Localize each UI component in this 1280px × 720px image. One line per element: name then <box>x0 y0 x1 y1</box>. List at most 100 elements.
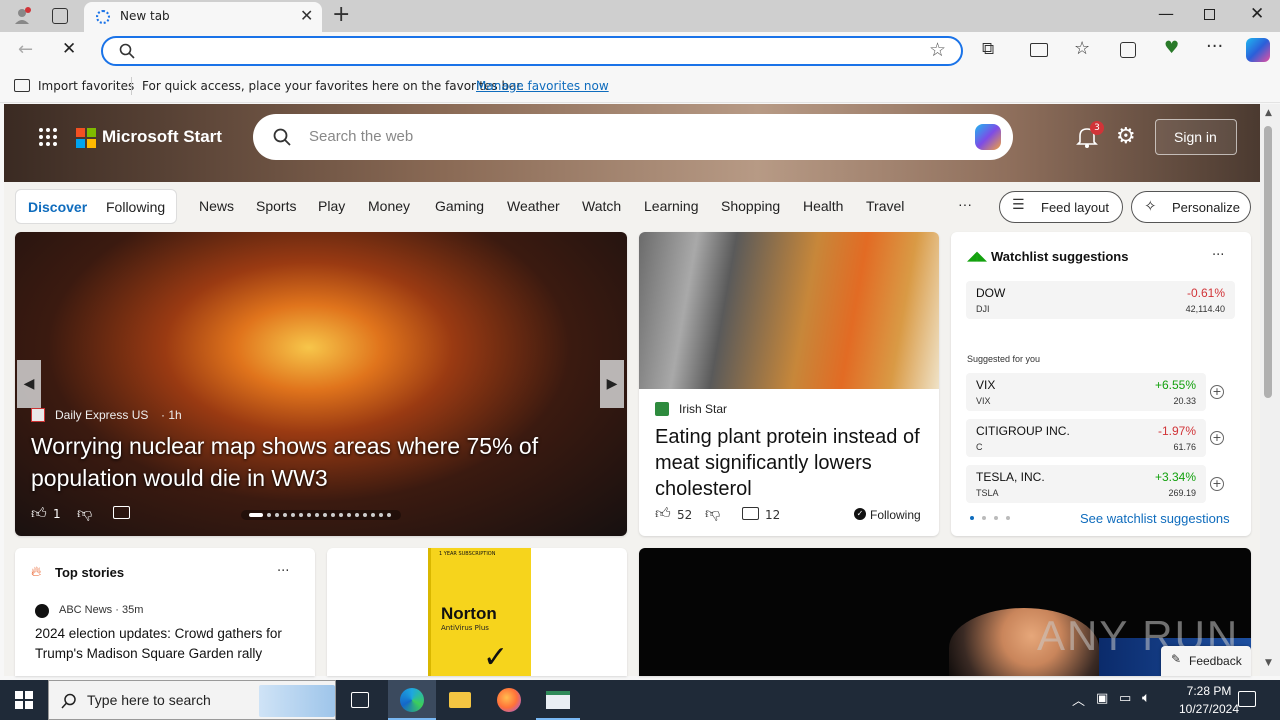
carousel-dot[interactable] <box>307 513 311 517</box>
story-card-plant-protein[interactable]: Irish Star Eating plant protein instead … <box>639 232 939 536</box>
hero-headline[interactable]: Worrying nuclear map shows areas where 7… <box>31 430 601 494</box>
nav-health[interactable]: Health <box>803 198 843 214</box>
nav-shopping[interactable]: Shopping <box>721 198 780 214</box>
notification-center-icon[interactable] <box>1238 691 1256 707</box>
nav-more-button[interactable]: ··· <box>958 196 972 212</box>
network-icon[interactable]: ▭ <box>1119 691 1131 706</box>
add-vix-button[interactable]: + <box>1210 385 1224 399</box>
carousel-dot[interactable] <box>323 513 327 517</box>
new-tab-icon[interactable]: + <box>332 2 350 27</box>
story-source[interactable]: Irish Star <box>679 402 727 416</box>
comment-icon[interactable] <box>742 507 759 520</box>
top-story-source[interactable]: ABC News · 35m <box>59 604 143 616</box>
performance-icon[interactable]: ♥ <box>1164 38 1179 58</box>
dislike-icon[interactable]: 👎︎ <box>705 504 720 523</box>
extensions-icon[interactable]: ⧉ <box>982 39 994 59</box>
clock-time[interactable]: 7:28 PM <box>1174 684 1244 698</box>
settings-gear-icon[interactable]: ⚙ <box>1116 124 1136 149</box>
carousel-dot[interactable] <box>387 513 391 517</box>
add-citigroup-button[interactable]: + <box>1210 431 1224 445</box>
copilot-icon[interactable] <box>975 124 1001 150</box>
split-screen-icon[interactable] <box>1030 43 1048 57</box>
carousel-dot[interactable] <box>355 513 359 517</box>
nav-gaming[interactable]: Gaming <box>435 198 484 214</box>
profile-icon[interactable] <box>12 6 32 26</box>
hero-source[interactable]: Daily Express US <box>55 408 148 422</box>
carousel-next-button[interactable]: ▶ <box>600 360 624 408</box>
sign-in-button[interactable]: Sign in <box>1155 119 1237 155</box>
taskbar-search-box[interactable]: Type here to search <box>48 680 336 720</box>
feed-layout-button[interactable]: ☰ Feed layout <box>999 191 1123 223</box>
carousel-dot[interactable] <box>283 513 287 517</box>
tab-actions-icon[interactable] <box>52 8 68 24</box>
address-bar[interactable]: ☆ <box>101 36 963 66</box>
back-icon[interactable]: ← <box>18 39 33 60</box>
import-favorites-button[interactable]: Import favorites <box>38 79 134 93</box>
carousel-dot[interactable] <box>379 513 383 517</box>
carousel-dot[interactable] <box>299 513 303 517</box>
story-headline[interactable]: Eating plant protein instead of meat sig… <box>655 424 927 502</box>
restore-icon[interactable] <box>1204 9 1215 20</box>
like-icon[interactable]: 👍︎ <box>31 504 47 523</box>
app-launcher-icon[interactable] <box>38 127 58 147</box>
copilot-icon[interactable] <box>1246 38 1270 62</box>
close-window-icon[interactable]: ✕ <box>1250 4 1264 24</box>
nav-learning[interactable]: Learning <box>644 198 699 214</box>
like-icon[interactable]: 👍︎ <box>655 504 671 523</box>
task-view-icon[interactable] <box>351 692 369 708</box>
stock-row-dow[interactable]: DOW DJI -0.61% 42,114.40 <box>966 281 1235 319</box>
carousel-prev-button[interactable]: ◀ <box>17 360 41 408</box>
add-tesla-button[interactable]: + <box>1210 477 1224 491</box>
carousel-dot[interactable] <box>371 513 375 517</box>
volume-icon[interactable]: 🔈︎ <box>1142 690 1150 706</box>
scroll-up-icon[interactable]: ▲ <box>1265 108 1272 118</box>
nav-sports[interactable]: Sports <box>256 198 296 214</box>
carousel-dot[interactable] <box>347 513 351 517</box>
web-search-box[interactable]: Search the web <box>253 114 1013 160</box>
carousel-dot[interactable] <box>291 513 295 517</box>
see-watchlist-link[interactable]: See watchlist suggestions <box>1080 511 1230 526</box>
settings-more-icon[interactable]: ··· <box>1206 36 1223 57</box>
tray-meet-icon[interactable]: ▣ <box>1096 691 1108 706</box>
news-image-card[interactable]: ANY RUN ✎ Feedback <box>639 548 1251 676</box>
scroll-thumb[interactable] <box>1264 126 1272 398</box>
page-dot[interactable] <box>982 516 986 520</box>
windows-start-icon[interactable] <box>15 691 33 709</box>
carousel-dot[interactable] <box>339 513 343 517</box>
watchlist-more-button[interactable]: ··· <box>1212 248 1224 263</box>
nav-news[interactable]: News <box>199 198 234 214</box>
manage-favorites-link[interactable]: Manage favorites now <box>476 79 609 93</box>
top-stories-title[interactable]: Top stories <box>55 565 124 580</box>
nav-watch[interactable]: Watch <box>582 198 621 214</box>
edge-taskbar-button[interactable] <box>388 680 436 720</box>
norton-ad-card[interactable]: 1 YEAR SUBSCRIPTION Norton AntiVirus Plu… <box>327 548 627 676</box>
carousel-dot[interactable] <box>267 513 271 517</box>
firefox-icon[interactable] <box>497 688 521 712</box>
page-dot[interactable] <box>994 516 998 520</box>
page-dot[interactable] <box>970 516 974 520</box>
stock-row-tesla[interactable]: TESLA, INC. TSLA +3.34% 269.19 <box>966 465 1206 503</box>
tray-overflow-icon[interactable]: ︿ <box>1072 690 1085 709</box>
collections-icon[interactable] <box>1120 42 1136 58</box>
nav-weather[interactable]: Weather <box>507 198 560 214</box>
nav-money[interactable]: Money <box>368 198 410 214</box>
notifications-bell-icon[interactable]: 3 <box>1076 121 1104 150</box>
minimize-icon[interactable]: — <box>1158 4 1174 23</box>
nav-play[interactable]: Play <box>318 198 345 214</box>
favorite-star-icon[interactable]: ☆ <box>929 39 946 61</box>
carousel-dot[interactable] <box>331 513 335 517</box>
tab-following[interactable]: Following <box>106 199 165 215</box>
scroll-down-icon[interactable]: ▼ <box>1265 658 1272 668</box>
dislike-icon[interactable]: 👎︎ <box>77 504 92 523</box>
stop-loading-icon[interactable]: ✕ <box>62 39 76 59</box>
tab-new-tab[interactable]: New tab ✕ <box>84 2 322 32</box>
tab-discover[interactable]: Discover <box>28 199 87 215</box>
page-scrollbar[interactable]: ▲ ▼ <box>1260 104 1280 676</box>
file-explorer-icon[interactable] <box>449 692 471 708</box>
feedback-button[interactable]: ✎ Feedback <box>1161 646 1251 676</box>
page-dot[interactable] <box>1006 516 1010 520</box>
app-window-icon[interactable] <box>536 680 580 720</box>
following-button[interactable]: Following <box>870 508 921 522</box>
personalize-button[interactable]: ✧ Personalize <box>1131 191 1251 223</box>
watchlist-title[interactable]: Watchlist suggestions <box>991 249 1128 264</box>
